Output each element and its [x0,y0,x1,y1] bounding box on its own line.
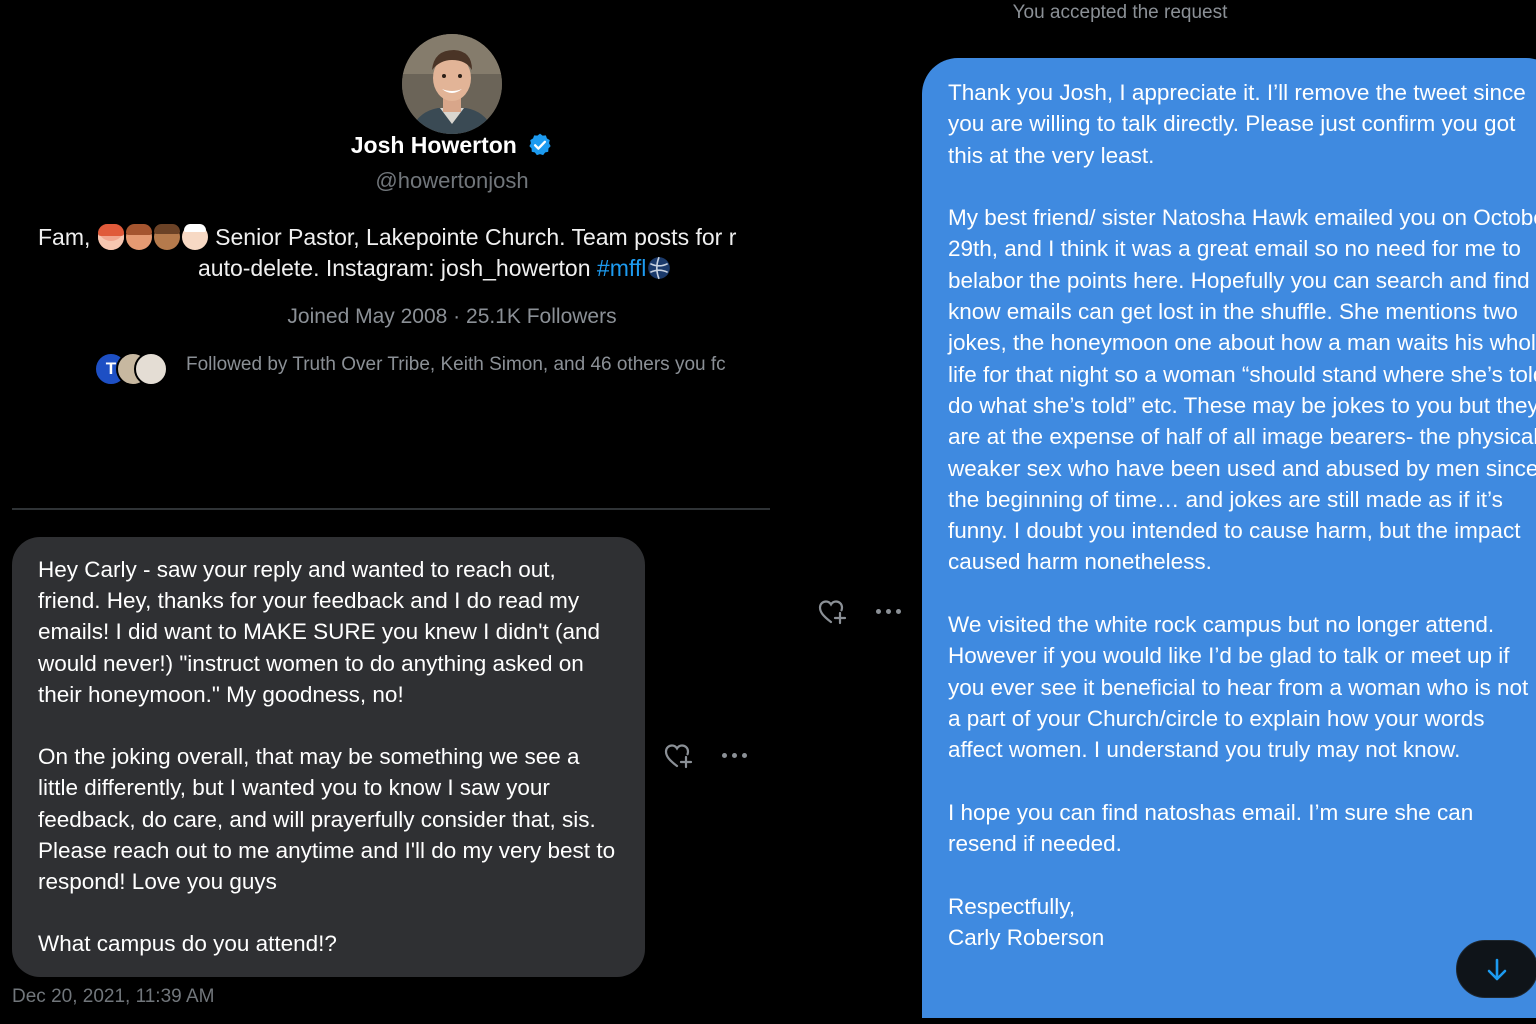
followed-by-row[interactable]: T Followed by Truth Over Tribe, Keith Si… [94,350,770,390]
profile-and-reply-panel: Josh Howerton @howertonjosh Fam, Senior … [0,0,770,1024]
heart-plus-icon[interactable] [818,598,848,626]
bio-line-2: auto-delete. Instagram: josh_howerton [198,255,591,281]
basketball-globe-emoji-icon [648,256,671,280]
received-message-bubble[interactable]: Hey Carly - saw your reply and wanted to… [12,537,645,977]
boy-emoji-icon [153,224,180,250]
received-message-actions [664,742,774,772]
meta-separator: · [447,305,467,328]
sent-paragraph: My best friend/ sister Natosha Hawk emai… [948,205,1536,575]
verified-badge-icon [529,133,551,156]
baby-emoji-icon [181,224,208,250]
bio-hashtag-link[interactable]: #mffl [597,255,646,281]
sent-paragraph: I hope you can find natoshas email. I’m … [948,799,1474,857]
sent-paragraph: Thank you Josh, I appreciate it. I’ll re… [948,80,1526,168]
scroll-to-bottom-button[interactable] [1456,940,1536,998]
woman-emoji-icon [97,224,124,250]
more-dots-icon[interactable] [722,753,748,759]
bio-prefix: Fam, [38,224,91,250]
heart-plus-icon[interactable] [664,742,694,770]
user-avatar-photo-icon [402,34,502,134]
followed-by-text: Followed by Truth Over Tribe, Keith Simo… [186,354,726,375]
message-timestamp: Dec 20, 2021, 11:39 AM [12,986,215,1007]
profile-meta: Joined May 2008 · 25.1K Followers [0,305,904,329]
panel-bottom-edge [770,1018,1536,1024]
sent-message-actions [818,598,928,628]
profile-handle[interactable]: @howertonjosh [0,168,904,194]
sent-signature: Respectfully, Carly Roberson [948,893,1105,951]
profile-bio: Fam, Senior Pastor, Lakepointe Church. T… [38,222,768,286]
followers-count-link[interactable]: 25.1K Followers [466,305,617,328]
follower-avatar [134,352,168,386]
section-divider [12,508,770,510]
profile-name-row: Josh Howerton [0,132,904,159]
received-paragraph: On the joking overall, that may be somet… [38,744,616,895]
received-paragraph: Hey Carly - saw your reply and wanted to… [38,557,601,707]
profile-avatar[interactable] [402,34,502,134]
more-dots-icon[interactable] [876,609,902,615]
request-accepted-notice: You accepted the request [1012,2,1228,23]
sent-paragraph: We visited the white rock campus but no … [948,612,1529,763]
sent-message-panel: You accepted the request Thank you Josh,… [770,0,1536,1024]
girl-emoji-icon [125,224,152,250]
profile-name[interactable]: Josh Howerton [351,132,517,158]
received-paragraph: What campus do you attend!? [38,931,337,957]
sent-message-bubble[interactable]: Thank you Josh, I appreciate it. I’ll re… [922,58,1536,1024]
joined-date: Joined May 2008 [287,305,448,328]
arrow-down-icon [1487,958,1507,981]
dm-screenshot-collage: Josh Howerton @howertonjosh Fam, Senior … [0,0,1536,1024]
bio-line-1: Senior Pastor, Lakepointe Church. Team p… [215,224,737,250]
followed-by-avatars: T [94,352,174,388]
bio-line-2-wrap: auto-delete. Instagram: josh_howerton #m… [38,253,768,284]
